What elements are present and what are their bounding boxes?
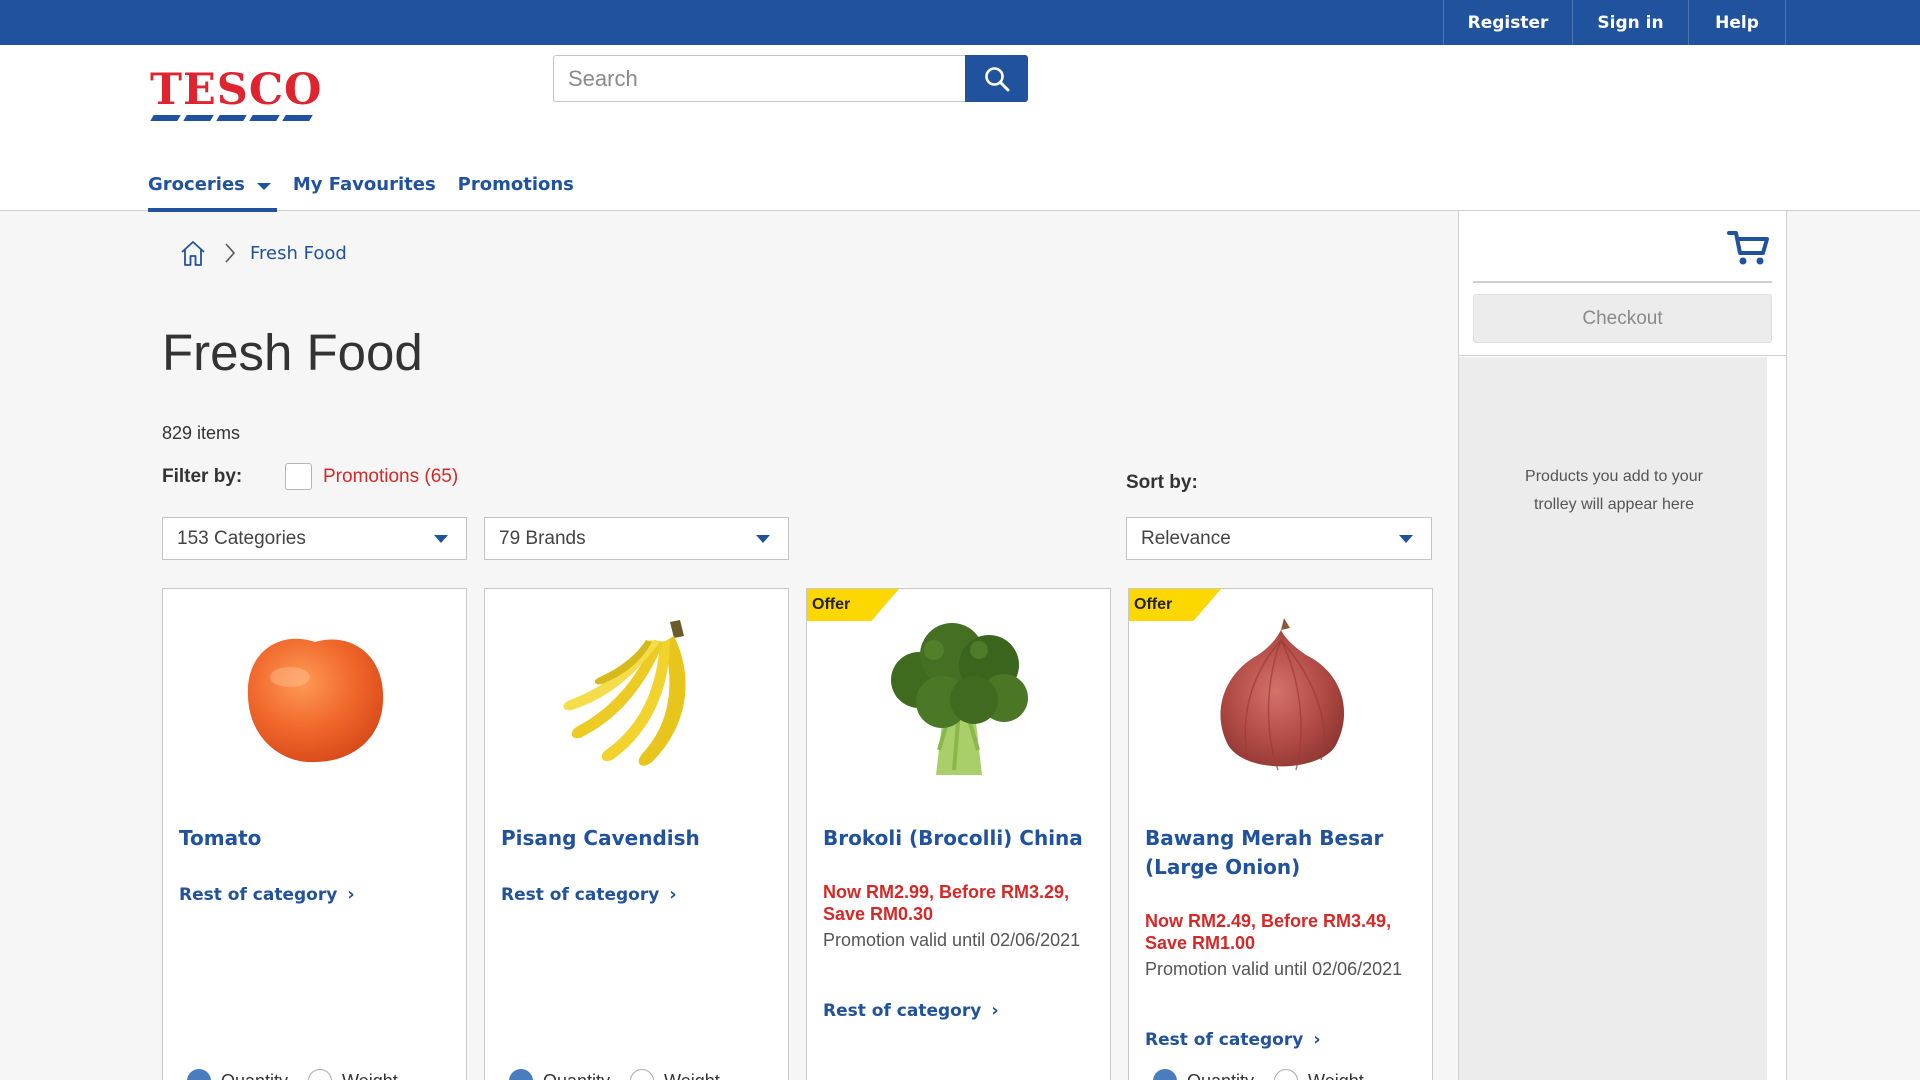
trolley-contents: Products you add to your trolley will ap… [1459, 357, 1767, 1080]
main-nav: Groceries My Favourites Promotions [148, 169, 596, 212]
top-bar: Register Sign in Help [0, 0, 1920, 45]
nav-promotions[interactable]: Promotions [458, 169, 574, 199]
rest-of-category-label: Rest of category [501, 884, 660, 905]
rest-of-category-link[interactable]: Rest of category › [179, 884, 355, 905]
tomato-icon[interactable] [215, 607, 415, 787]
sort-label: Sort by: [1126, 472, 1198, 493]
rest-of-category-label: Rest of category [1145, 1029, 1304, 1050]
search-bar [553, 55, 1028, 102]
search-input[interactable] [553, 55, 965, 102]
banana-icon[interactable] [537, 607, 737, 787]
sign-in-link[interactable]: Sign in [1572, 0, 1688, 45]
nav-groceries[interactable]: Groceries [148, 169, 277, 212]
chevron-right-icon: › [669, 884, 677, 905]
product-card: Tomato Rest of category › Quantity Weigh… [162, 588, 467, 1080]
register-link[interactable]: Register [1443, 0, 1572, 45]
weight-label: Weight [1308, 1071, 1364, 1080]
product-name[interactable]: Pisang Cavendish [501, 824, 776, 853]
nav-my-favourites[interactable]: My Favourites [293, 169, 436, 199]
quantity-label: Quantity [221, 1071, 288, 1080]
rest-of-category-link[interactable]: Rest of category › [501, 884, 677, 905]
promotion-price: Now RM2.49, Before RM3.49, Save RM1.00 [1145, 911, 1392, 953]
product-card: Offer Brokoli (Brocolli) China Now RM2.9… [806, 588, 1111, 1080]
nav-groceries-label: Groceries [148, 173, 245, 195]
chevron-down-icon [434, 535, 448, 543]
quantity-label: Quantity [543, 1071, 610, 1080]
search-button[interactable] [965, 55, 1028, 102]
logo-stripes [150, 115, 320, 121]
weight-radio[interactable] [630, 1069, 655, 1080]
trolley-header: Checkout [1459, 211, 1786, 356]
site-header: TESCO Groceries My Favourites Promotions [0, 45, 1920, 212]
chevron-down-icon [256, 182, 271, 190]
quantity-radio[interactable] [187, 1069, 211, 1080]
trolley-icon[interactable] [1727, 229, 1771, 272]
product-name[interactable]: Brokoli (Brocolli) China [823, 824, 1098, 853]
help-link[interactable]: Help [1688, 0, 1786, 45]
promotion-price: Now RM2.99, Before RM3.29, Save RM0.30 [823, 882, 1070, 924]
sort-select[interactable]: Relevance [1126, 517, 1432, 560]
quantity-weight-toggle: Quantity Weight [1153, 1069, 1384, 1080]
promotion-valid-until: Promotion valid until 02/06/2021 [823, 930, 1081, 950]
quantity-radio[interactable] [1153, 1069, 1177, 1080]
weight-label: Weight [664, 1071, 720, 1080]
quantity-radio[interactable] [509, 1069, 533, 1080]
breadcrumb-fresh-food[interactable]: Fresh Food [250, 243, 347, 264]
onion-icon[interactable] [1181, 607, 1381, 787]
brands-select[interactable]: 79 Brands [484, 517, 789, 560]
breadcrumb: Fresh Food [178, 238, 347, 268]
filter-label: Filter by: [162, 466, 243, 487]
quantity-weight-toggle: Quantity Weight [509, 1069, 740, 1080]
sort-select-value: Relevance [1141, 527, 1231, 549]
promotions-filter-label[interactable]: Promotions (65) [323, 466, 458, 488]
page-title: Fresh Food [162, 324, 423, 381]
logo-text: TESCO [150, 65, 323, 115]
categories-select[interactable]: 153 Categories [162, 517, 467, 560]
chevron-right-icon: › [347, 884, 355, 905]
weight-radio[interactable] [1274, 1069, 1299, 1080]
rest-of-category-link[interactable]: Rest of category › [1145, 1029, 1321, 1050]
weight-radio[interactable] [308, 1069, 333, 1080]
trolley-empty-message: Products you add to your trolley will ap… [1525, 468, 1703, 513]
product-card: Pisang Cavendish Rest of category › Quan… [484, 588, 789, 1080]
rest-of-category-link[interactable]: Rest of category › [823, 1000, 999, 1021]
item-count: 829 items [162, 423, 241, 443]
trolley-panel: Checkout Products you add to your trolle… [1458, 211, 1787, 1080]
checkout-button[interactable]: Checkout [1473, 294, 1772, 343]
product-name[interactable]: Bawang Merah Besar (Large Onion) [1145, 824, 1420, 882]
home-icon[interactable] [178, 238, 208, 268]
product-card: Offer Bawang Merah Besar (Large Onion) N… [1128, 588, 1433, 1080]
search-icon [984, 66, 1009, 91]
chevron-right-icon: › [991, 1000, 999, 1021]
chevron-down-icon [1399, 535, 1413, 543]
chevron-right-icon: › [1313, 1029, 1321, 1050]
rest-of-category-label: Rest of category [823, 1000, 982, 1021]
divider [1473, 281, 1772, 283]
weight-label: Weight [342, 1071, 398, 1080]
broccoli-icon[interactable] [859, 607, 1059, 787]
promotion-valid-until: Promotion valid until 02/06/2021 [1145, 959, 1403, 979]
rest-of-category-label: Rest of category [179, 884, 338, 905]
trolley-scrollbar[interactable] [1767, 357, 1786, 1080]
tesco-logo[interactable]: TESCO [150, 65, 323, 129]
quantity-label: Quantity [1187, 1071, 1254, 1080]
brands-select-value: 79 Brands [499, 527, 586, 549]
promotions-checkbox[interactable] [285, 463, 312, 490]
categories-select-value: 153 Categories [177, 527, 306, 549]
chevron-down-icon [756, 535, 770, 543]
quantity-weight-toggle: Quantity Weight [187, 1069, 418, 1080]
account-links: Register Sign in Help [1443, 0, 1786, 45]
chevron-right-icon [224, 242, 236, 264]
product-name[interactable]: Tomato [179, 824, 454, 853]
